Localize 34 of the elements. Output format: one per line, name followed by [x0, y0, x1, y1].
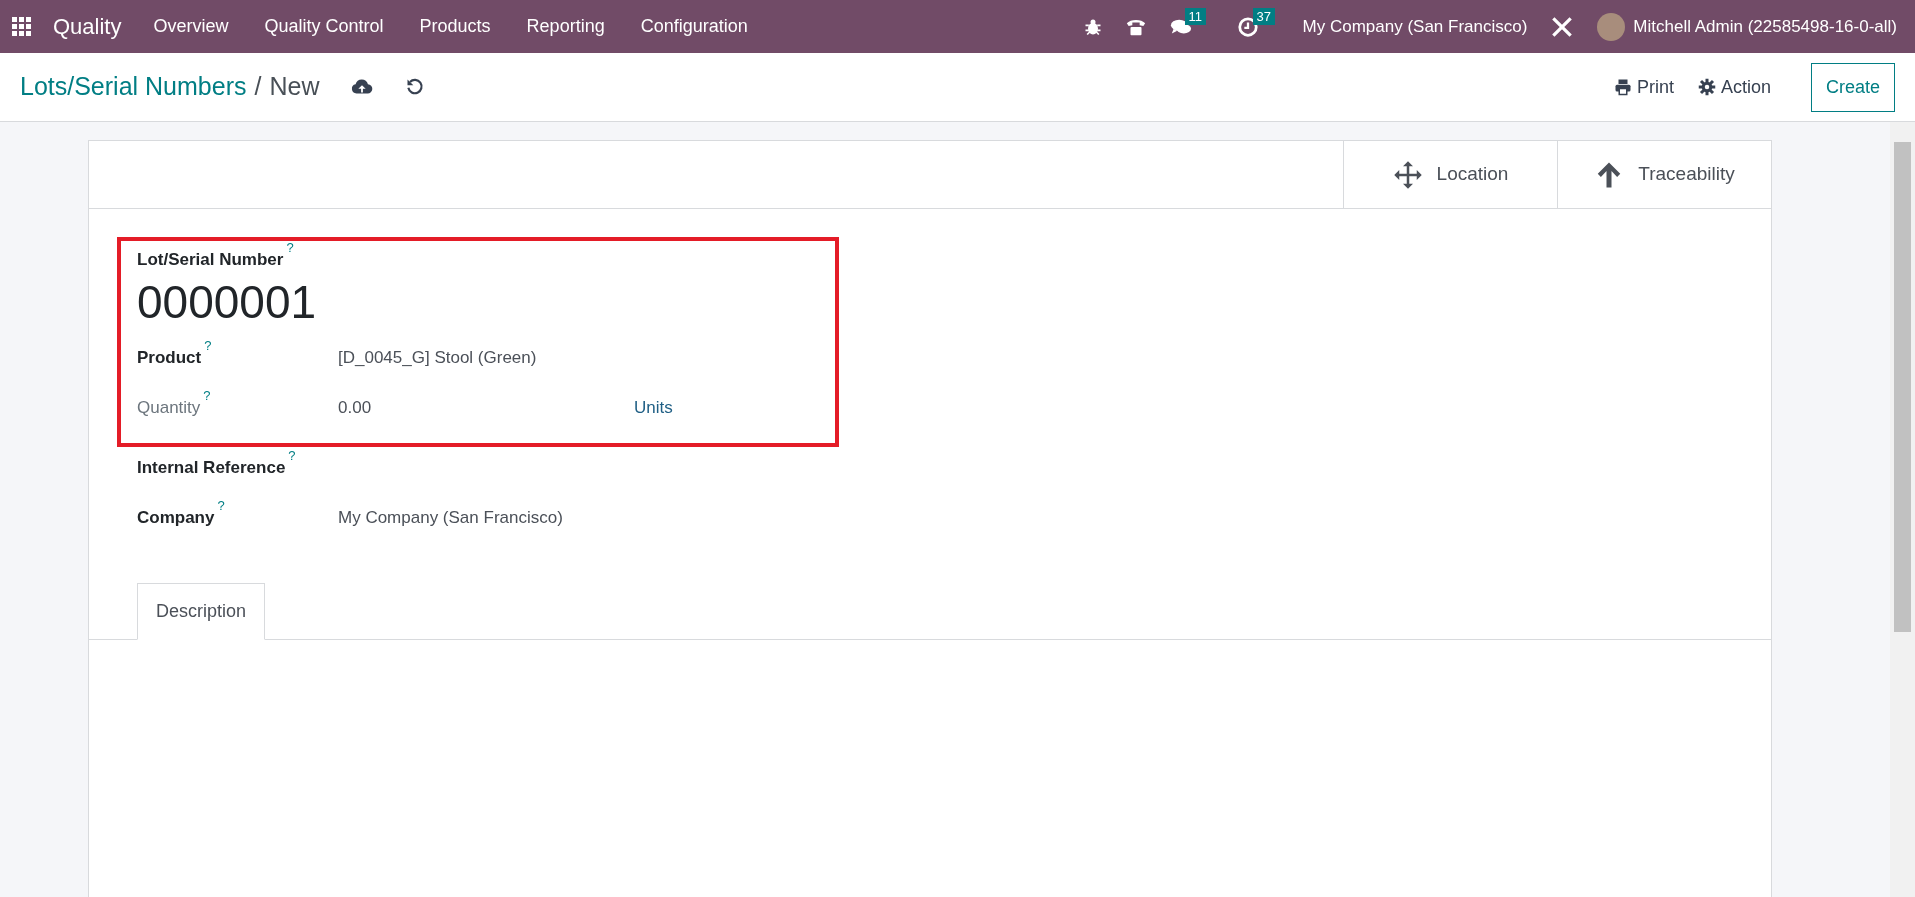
- scrollbar[interactable]: [1890, 122, 1915, 897]
- lot-number-field[interactable]: 0000001: [137, 272, 819, 338]
- breadcrumb-link[interactable]: Lots/Serial Numbers: [20, 68, 247, 106]
- gear-icon: [1697, 78, 1716, 96]
- unit-link[interactable]: Units: [634, 395, 673, 421]
- menu-item[interactable]: Reporting: [508, 13, 623, 40]
- help-tooltip[interactable]: ?: [217, 497, 225, 513]
- menu-item[interactable]: Quality Control: [246, 13, 402, 40]
- printer-icon: [1613, 78, 1632, 96]
- move-arrows-icon: [1392, 159, 1423, 190]
- company-switcher[interactable]: My Company (San Francisco): [1302, 13, 1528, 40]
- app-name[interactable]: Quality: [39, 10, 136, 43]
- help-tooltip[interactable]: ?: [288, 447, 296, 463]
- menu-item[interactable]: Configuration: [622, 13, 766, 40]
- activity-count-badge: 37: [1252, 7, 1275, 26]
- apps-menu-icon[interactable]: [12, 17, 31, 36]
- breadcrumb-separator: /: [254, 71, 262, 103]
- create-button[interactable]: Create: [1810, 62, 1895, 112]
- action-button[interactable]: Action: [1685, 67, 1783, 107]
- field-value: My Company (San Francisco): [338, 507, 564, 530]
- quantity-field[interactable]: 0.00: [338, 395, 634, 421]
- help-tooltip[interactable]: ?: [286, 239, 294, 255]
- message-count-badge: 11: [1184, 7, 1206, 26]
- breadcrumb-current: New: [269, 71, 320, 103]
- tab[interactable]: Description: [137, 583, 266, 641]
- menu-item[interactable]: Products: [401, 13, 509, 40]
- undo-icon: [405, 77, 426, 97]
- print-button[interactable]: Print: [1601, 67, 1686, 107]
- clock-icon: [1236, 15, 1259, 38]
- field-value: [D_0045_G] Stool (Green): [338, 347, 538, 370]
- help-tooltip[interactable]: ?: [203, 387, 211, 403]
- help-tooltip[interactable]: ?: [204, 337, 212, 353]
- user-name[interactable]: Mitchell Admin (22585498-16-0-all): [1633, 13, 1897, 40]
- menu-item[interactable]: Overview: [135, 13, 247, 40]
